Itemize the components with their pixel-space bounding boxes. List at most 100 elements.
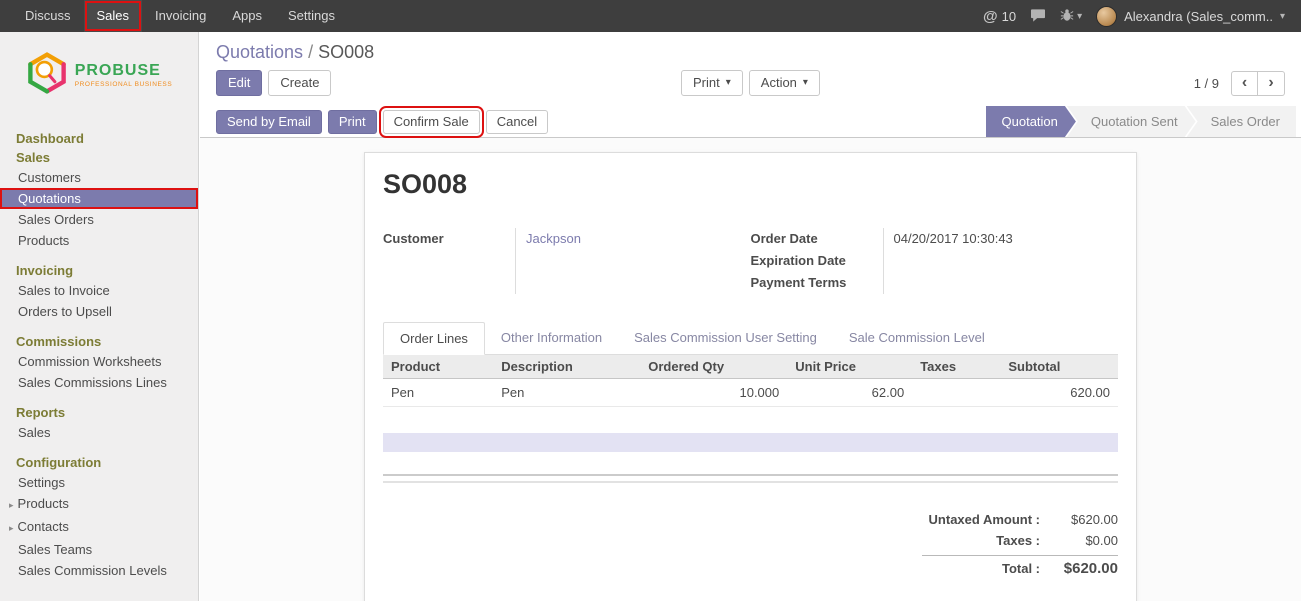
col-description[interactable]: Description — [493, 355, 640, 379]
user-name: Alexandra (Sales_comm.. — [1124, 9, 1273, 24]
menu-settings[interactable]: Settings — [275, 0, 348, 32]
cell-product[interactable]: Pen — [383, 379, 493, 407]
action-dropdown-label: Action — [761, 75, 797, 91]
cell-subtotal[interactable]: 620.00 — [1000, 379, 1118, 407]
debug-menu[interactable]: ▾ — [1060, 8, 1082, 25]
sidebar-item-config-contacts[interactable]: ▸Contacts — [0, 516, 198, 539]
total-label: Total : — [1002, 558, 1040, 579]
sidebar-heading-commissions[interactable]: Commissions — [0, 332, 198, 351]
sidebar-item-sales-orders[interactable]: Sales Orders — [0, 209, 198, 230]
taxes-label: Taxes : — [996, 530, 1040, 551]
tab-sale-commission-level[interactable]: Sale Commission Level — [833, 322, 1001, 354]
pager-value: 1 / 9 — [1194, 76, 1219, 91]
control-panel: Quotations/SO008 Edit Create Print ▾ Act… — [200, 32, 1301, 106]
sidebar-item-products[interactable]: Products — [0, 230, 198, 251]
app-menus: Discuss Sales Invoicing Apps Settings — [0, 0, 348, 32]
avatar — [1096, 6, 1117, 27]
menu-apps[interactable]: Apps — [219, 0, 275, 32]
expiration-date-value — [894, 250, 1119, 272]
untaxed-amount-value: $620.00 — [1040, 509, 1118, 530]
send-by-email-button[interactable]: Send by Email — [216, 110, 322, 134]
cell-unit-price[interactable]: 62.00 — [787, 379, 912, 407]
status-pipeline: Quotation Quotation Sent Sales Order — [986, 106, 1296, 137]
cell-ordered-qty[interactable]: 10.000 — [640, 379, 787, 407]
expand-arrow-icon[interactable]: ▸ — [9, 498, 14, 513]
tab-sales-commission-user-setting[interactable]: Sales Commission User Setting — [618, 322, 833, 354]
user-menu[interactable]: Alexandra (Sales_comm.. ▾ — [1096, 6, 1285, 27]
col-subtotal[interactable]: Subtotal — [1000, 355, 1118, 379]
sidebar-heading-reports[interactable]: Reports — [0, 403, 198, 422]
sidebar-item-commission-worksheets[interactable]: Commission Worksheets — [0, 351, 198, 372]
logo-subtitle: PROFESSIONAL BUSINESS — [75, 81, 173, 88]
col-product[interactable]: Product — [383, 355, 493, 379]
notebook-tabs: Order Lines Other Information Sales Comm… — [383, 322, 1118, 355]
chevron-down-icon: ▾ — [1077, 11, 1082, 22]
col-unit-price[interactable]: Unit Price — [787, 355, 912, 379]
confirm-sale-button[interactable]: Confirm Sale — [383, 110, 480, 134]
sidebar-item-orders-to-upsell[interactable]: Orders to Upsell — [0, 301, 198, 322]
sidebar-item-sales-commissions-lines[interactable]: Sales Commissions Lines — [0, 372, 198, 393]
state-quotation-sent[interactable]: Quotation Sent — [1067, 106, 1196, 137]
empty-order-line-row[interactable] — [383, 433, 1118, 452]
sidebar-item-quotations[interactable]: Quotations — [0, 188, 198, 209]
topbar-systray: @ 10 ▾ Alexandra (Sa — [983, 0, 1301, 32]
control-panel-buttons: Edit Create Print ▾ Action ▾ 1 / 9 ‹ › — [216, 70, 1285, 96]
pager-previous-button[interactable]: ‹ — [1231, 71, 1258, 96]
sidebar-item-reports-sales[interactable]: Sales — [0, 422, 198, 443]
total-value: $620.00 — [1040, 558, 1118, 579]
menu-sales[interactable]: Sales — [84, 0, 143, 32]
expand-arrow-icon[interactable]: ▸ — [9, 521, 14, 536]
at-icon: @ — [983, 8, 998, 25]
breadcrumb-parent[interactable]: Quotations — [216, 42, 303, 62]
sidebar-item-customers[interactable]: Customers — [0, 167, 198, 188]
form-statusbar: Send by Email Print Confirm Sale Cancel … — [200, 106, 1301, 138]
messages-menu[interactable] — [1030, 8, 1046, 25]
bug-icon — [1060, 8, 1074, 25]
pager-next-button[interactable]: › — [1258, 71, 1285, 96]
state-quotation[interactable]: Quotation — [986, 106, 1076, 137]
cancel-button[interactable]: Cancel — [486, 110, 548, 134]
state-sales-order[interactable]: Sales Order — [1187, 106, 1296, 137]
cell-taxes[interactable] — [912, 379, 1000, 407]
print-dropdown[interactable]: Print ▾ — [681, 70, 743, 96]
breadcrumb-current: SO008 — [318, 42, 374, 62]
cell-description[interactable]: Pen — [493, 379, 640, 407]
app-logo[interactable]: PROBUSE PROFESSIONAL BUSINESS — [0, 32, 198, 113]
order-lines-table: Product Description Ordered Qty Unit Pri… — [383, 355, 1118, 407]
sidebar-item-sales-teams[interactable]: Sales Teams — [0, 539, 198, 560]
sidebar-heading-sales[interactable]: Sales — [0, 148, 198, 167]
sidebar-item-config-settings[interactable]: Settings — [0, 472, 198, 493]
edit-button[interactable]: Edit — [216, 70, 262, 96]
create-button[interactable]: Create — [268, 70, 331, 96]
sidebar-item-label: Products — [18, 496, 69, 511]
sidebar-item-sales-commission-levels[interactable]: Sales Commission Levels — [0, 560, 198, 581]
chevron-down-icon: ▾ — [803, 75, 808, 91]
activity-menu[interactable]: @ 10 — [983, 8, 1016, 25]
form-view-scroll[interactable]: SO008 Customer Jackpson Order Date Expir… — [200, 138, 1301, 601]
menu-invoicing[interactable]: Invoicing — [142, 0, 219, 32]
order-date-value: 04/20/2017 10:30:43 — [894, 228, 1119, 250]
print-button[interactable]: Print — [328, 110, 377, 134]
sidebar-heading-dashboard[interactable]: Dashboard — [0, 129, 198, 148]
chevron-down-icon: ▾ — [726, 75, 731, 91]
menu-discuss[interactable]: Discuss — [12, 0, 84, 32]
field-groups: Customer Jackpson Order Date Expiration … — [383, 228, 1118, 294]
sidebar-nav: Dashboard Sales Customers Quotations Sal… — [0, 113, 198, 581]
col-taxes[interactable]: Taxes — [912, 355, 1000, 379]
col-ordered-qty[interactable]: Ordered Qty — [640, 355, 787, 379]
tab-order-lines[interactable]: Order Lines — [383, 322, 485, 355]
print-dropdown-label: Print — [693, 75, 720, 91]
sidebar-heading-configuration[interactable]: Configuration — [0, 453, 198, 472]
logo-title: PROBUSE — [75, 62, 173, 80]
sidebar-item-config-products[interactable]: ▸ Products — [0, 493, 198, 516]
action-dropdown[interactable]: Action ▾ — [749, 70, 820, 96]
table-row[interactable]: Pen Pen 10.000 62.00 620.00 — [383, 379, 1118, 407]
sidebar-heading-invoicing[interactable]: Invoicing — [0, 261, 198, 280]
table-header-row: Product Description Ordered Qty Unit Pri… — [383, 355, 1118, 379]
chevron-down-icon: ▾ — [1280, 11, 1285, 22]
sidebar-item-sales-to-invoice[interactable]: Sales to Invoice — [0, 280, 198, 301]
customer-value[interactable]: Jackpson — [526, 228, 751, 250]
logo-text: PROBUSE PROFESSIONAL BUSINESS — [75, 62, 173, 88]
customer-label: Customer — [383, 228, 515, 250]
tab-other-information[interactable]: Other Information — [485, 322, 618, 354]
